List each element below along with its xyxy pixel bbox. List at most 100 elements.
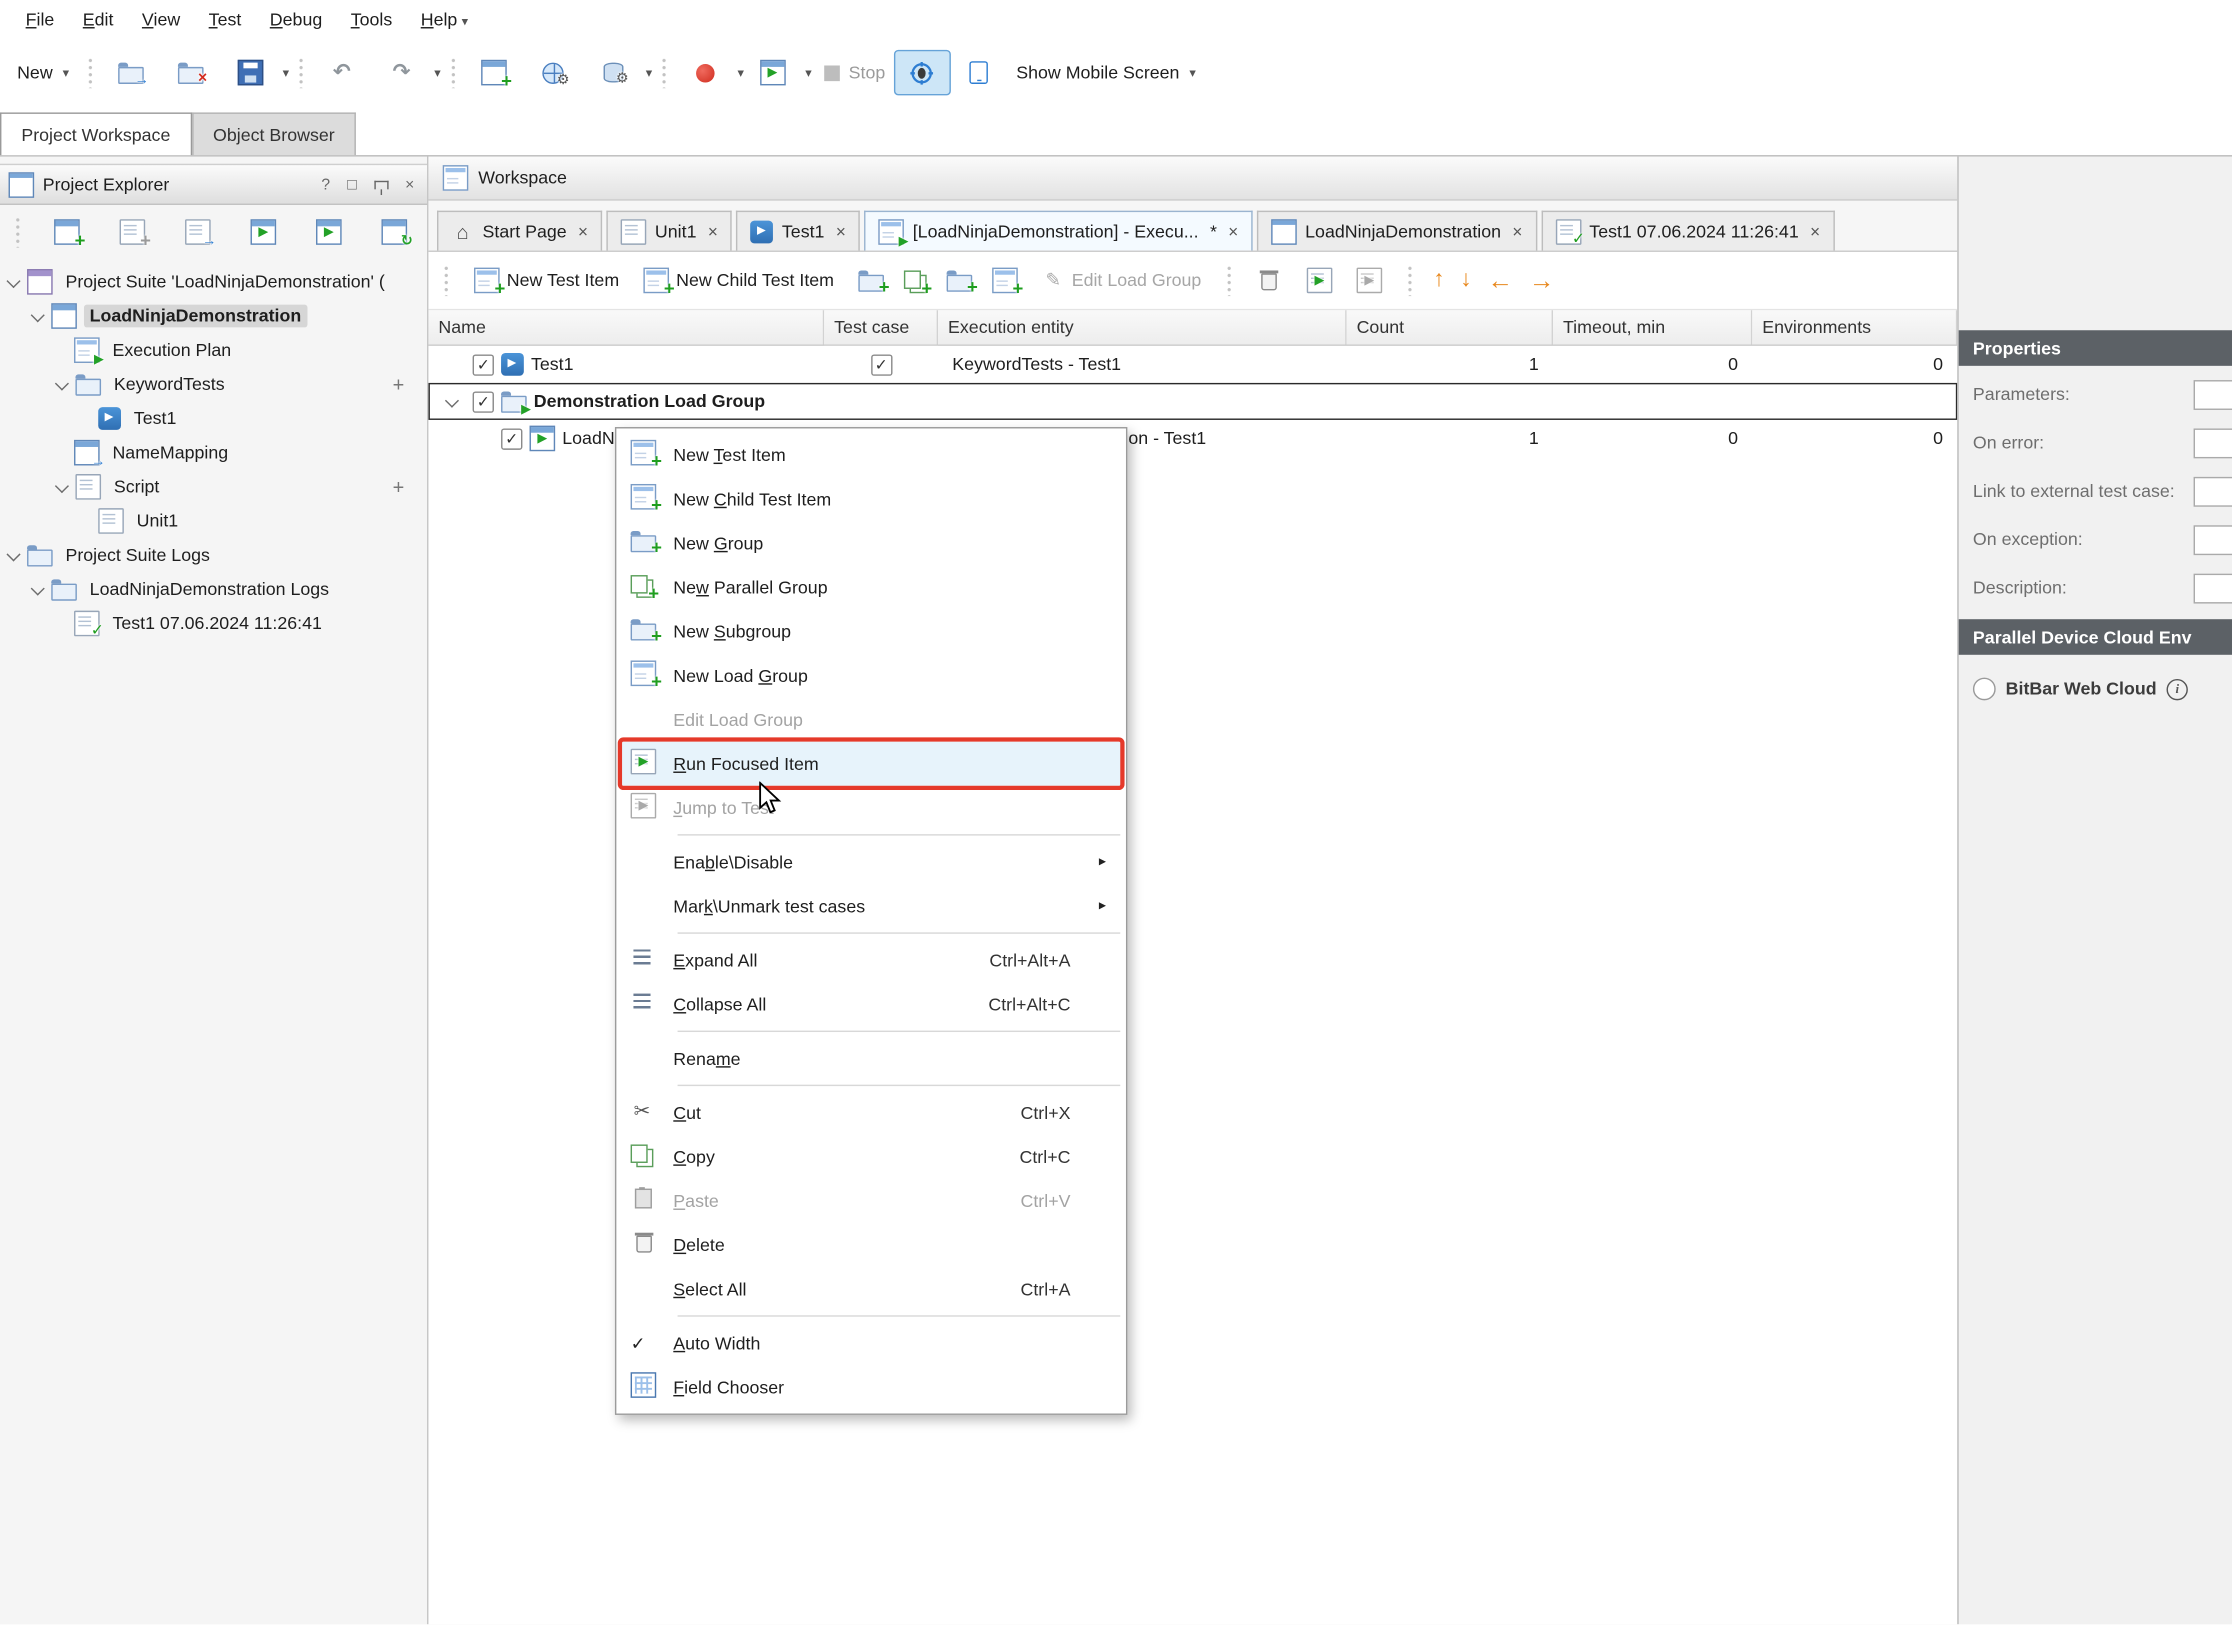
tree-item-execution-plan[interactable]: ▶Execution Plan (0, 333, 427, 367)
redo-dropdown-icon[interactable]: ▾ (434, 65, 440, 81)
menu-edit[interactable]: Edit (69, 4, 128, 35)
new-child-test-item-button[interactable]: + New Child Test Item (635, 263, 843, 297)
column-header-test-case[interactable]: Test case (824, 310, 938, 344)
context-menu-item-mark-unmark-test-cases[interactable]: Mark\Unmark test cases▸ (618, 884, 1125, 928)
chevron-down-icon[interactable] (55, 478, 69, 492)
tab-object-browser[interactable]: Object Browser (192, 112, 356, 155)
tree-item-script[interactable]: Script+ (0, 470, 427, 504)
doc-tab-test1-07-06-2024-11-26-41[interactable]: ✓Test1 07.06.2024 11:26:41× (1541, 211, 1834, 251)
chevron-down-icon[interactable] (31, 581, 45, 595)
context-menu-item-copy[interactable]: CopyCtrl+C (618, 1135, 1125, 1179)
chevron-down-icon[interactable]: ▾ (1189, 65, 1195, 81)
menu-help[interactable]: Help▾ (406, 4, 482, 35)
chevron-down-icon[interactable] (6, 273, 20, 287)
tab-project-workspace[interactable]: Project Workspace (0, 112, 192, 155)
bitbar-web-cloud-option[interactable]: BitBar Web Cloud i (1973, 678, 2232, 701)
new-subgroup-button[interactable]: + (938, 265, 981, 295)
doc-tab-test1[interactable]: Test1× (736, 211, 860, 251)
tree-item-loadninjademonstration-logs[interactable]: LoadNinjaDemonstration Logs (0, 572, 427, 606)
delete-item-button[interactable] (1248, 263, 1291, 297)
column-header-execution-entity[interactable]: Execution entity (938, 310, 1347, 344)
menu-debug[interactable]: Debug (256, 4, 337, 35)
context-menu-item-rename[interactable]: Rename (618, 1036, 1125, 1080)
context-menu-item-cut[interactable]: ✂CutCtrl+X (618, 1090, 1125, 1134)
tree-item-project-suite-logs[interactable]: Project Suite Logs (0, 538, 427, 572)
save-all-button[interactable] (221, 50, 278, 96)
run-project-button[interactable]: ▶ (235, 209, 292, 255)
data-access-tools-button[interactable]: ⚙ (584, 50, 641, 96)
save-dropdown-icon[interactable]: ▾ (283, 65, 289, 81)
show-mobile-screen-button[interactable]: Show Mobile Screen ▾ (1008, 50, 1205, 96)
close-project-button[interactable]: × (162, 50, 219, 96)
record-dropdown-icon[interactable]: ▾ (738, 65, 744, 81)
close-icon[interactable]: × (1810, 221, 1820, 241)
context-menu-item-delete[interactable]: Delete (618, 1223, 1125, 1267)
new-file-button[interactable]: + (104, 209, 161, 255)
move-down-button[interactable]: ↓ (1456, 268, 1476, 294)
context-menu-item-expand-all[interactable]: Expand AllCtrl+Alt+A (618, 938, 1125, 982)
column-header-timeout-min[interactable]: Timeout, min (1553, 310, 1752, 344)
run-focused-item-button[interactable]: ▶ (1298, 263, 1341, 297)
row-checkbox[interactable] (501, 428, 522, 449)
context-menu-item-new-load-group[interactable]: +New Load Group (618, 653, 1125, 697)
column-header-count[interactable]: Count (1347, 310, 1553, 344)
context-menu-item-new-subgroup[interactable]: +New Subgroup (618, 609, 1125, 653)
row-checkbox[interactable] (473, 391, 494, 412)
tree-item-namemapping[interactable]: →NameMapping (0, 436, 427, 470)
new-test-item-button[interactable]: + New Test Item (465, 263, 627, 297)
tree-item-unit1[interactable]: Unit1 (0, 504, 427, 538)
test-case-checkbox[interactable] (870, 354, 891, 375)
info-icon[interactable]: i (2167, 678, 2188, 699)
tree-item-project-suite-loadninjademonstration[interactable]: Project Suite 'LoadNinjaDemonstration' ( (0, 265, 427, 299)
redo-button[interactable]: ↷ (373, 50, 430, 96)
move-left-button[interactable]: ← (1483, 265, 1517, 295)
context-menu-item-collapse-all[interactable]: Collapse AllCtrl+Alt+C (618, 982, 1125, 1026)
mobile-screen-button[interactable] (951, 50, 1008, 96)
tree-item-test1[interactable]: Test1 (0, 401, 427, 435)
radio-icon[interactable] (1973, 678, 1996, 701)
open-file-button[interactable]: → (102, 50, 159, 96)
open-existing-button[interactable]: → (169, 209, 226, 255)
chevron-down-icon[interactable] (6, 547, 20, 561)
property-input[interactable] (2194, 476, 2232, 506)
property-input[interactable] (2194, 573, 2232, 603)
property-input[interactable] (2194, 428, 2232, 458)
move-up-button[interactable]: ↑ (1429, 268, 1449, 294)
close-icon[interactable]: × (836, 221, 846, 241)
add-new-item-button[interactable]: + (38, 209, 95, 255)
run-selected-button[interactable]: ↻ (366, 209, 423, 255)
run-project-suite-button[interactable]: ▶ (300, 209, 357, 255)
doc-tab-unit1[interactable]: Unit1× (607, 211, 733, 251)
doc-tab-start-page[interactable]: ⌂Start Page× (437, 211, 602, 251)
pin-icon[interactable] (374, 180, 388, 189)
context-menu-item-run-focused-item[interactable]: ▶Run Focused Item (618, 742, 1125, 786)
chevron-down-icon[interactable] (445, 393, 459, 407)
run-button[interactable]: ▶ (744, 50, 801, 96)
menu-view[interactable]: View (128, 4, 195, 35)
web-testing-tools-button[interactable]: ⚙ (525, 50, 582, 96)
move-right-button[interactable]: → (1524, 265, 1558, 295)
debug-bug-button[interactable] (894, 50, 951, 96)
restore-icon[interactable]: □ (343, 176, 361, 193)
context-menu-item-new-child-test-item[interactable]: +New Child Test Item (618, 477, 1125, 521)
context-menu-item-field-chooser[interactable]: Field Chooser (618, 1365, 1125, 1409)
context-menu-item-new-parallel-group[interactable]: +New Parallel Group (618, 565, 1125, 609)
chevron-down-icon[interactable] (31, 308, 45, 322)
add-icon[interactable]: + (393, 373, 405, 396)
context-menu-item-new-group[interactable]: +New Group (618, 521, 1125, 565)
table-row-test1[interactable]: Test1KeywordTests - Test1100 (428, 346, 1957, 383)
record-button[interactable] (676, 50, 733, 96)
tools-dropdown-icon[interactable]: ▾ (646, 65, 652, 81)
context-menu-item-enable-disable[interactable]: Enable\Disable▸ (618, 840, 1125, 884)
doc-tab-loadninjademonstration[interactable]: LoadNinjaDemonstration× (1257, 211, 1537, 251)
column-header-name[interactable]: Name (428, 310, 824, 344)
menu-file[interactable]: File (11, 4, 68, 35)
context-menu-item-new-test-item[interactable]: +New Test Item (618, 433, 1125, 477)
tree-item-loadninjademonstration[interactable]: LoadNinjaDemonstration (0, 299, 427, 333)
menu-tools[interactable]: Tools (336, 4, 406, 35)
add-icon[interactable]: + (393, 475, 405, 498)
menu-test[interactable]: Test (194, 4, 255, 35)
close-icon[interactable]: × (578, 221, 588, 241)
close-icon[interactable]: × (1512, 221, 1522, 241)
property-input[interactable] (2194, 379, 2232, 409)
